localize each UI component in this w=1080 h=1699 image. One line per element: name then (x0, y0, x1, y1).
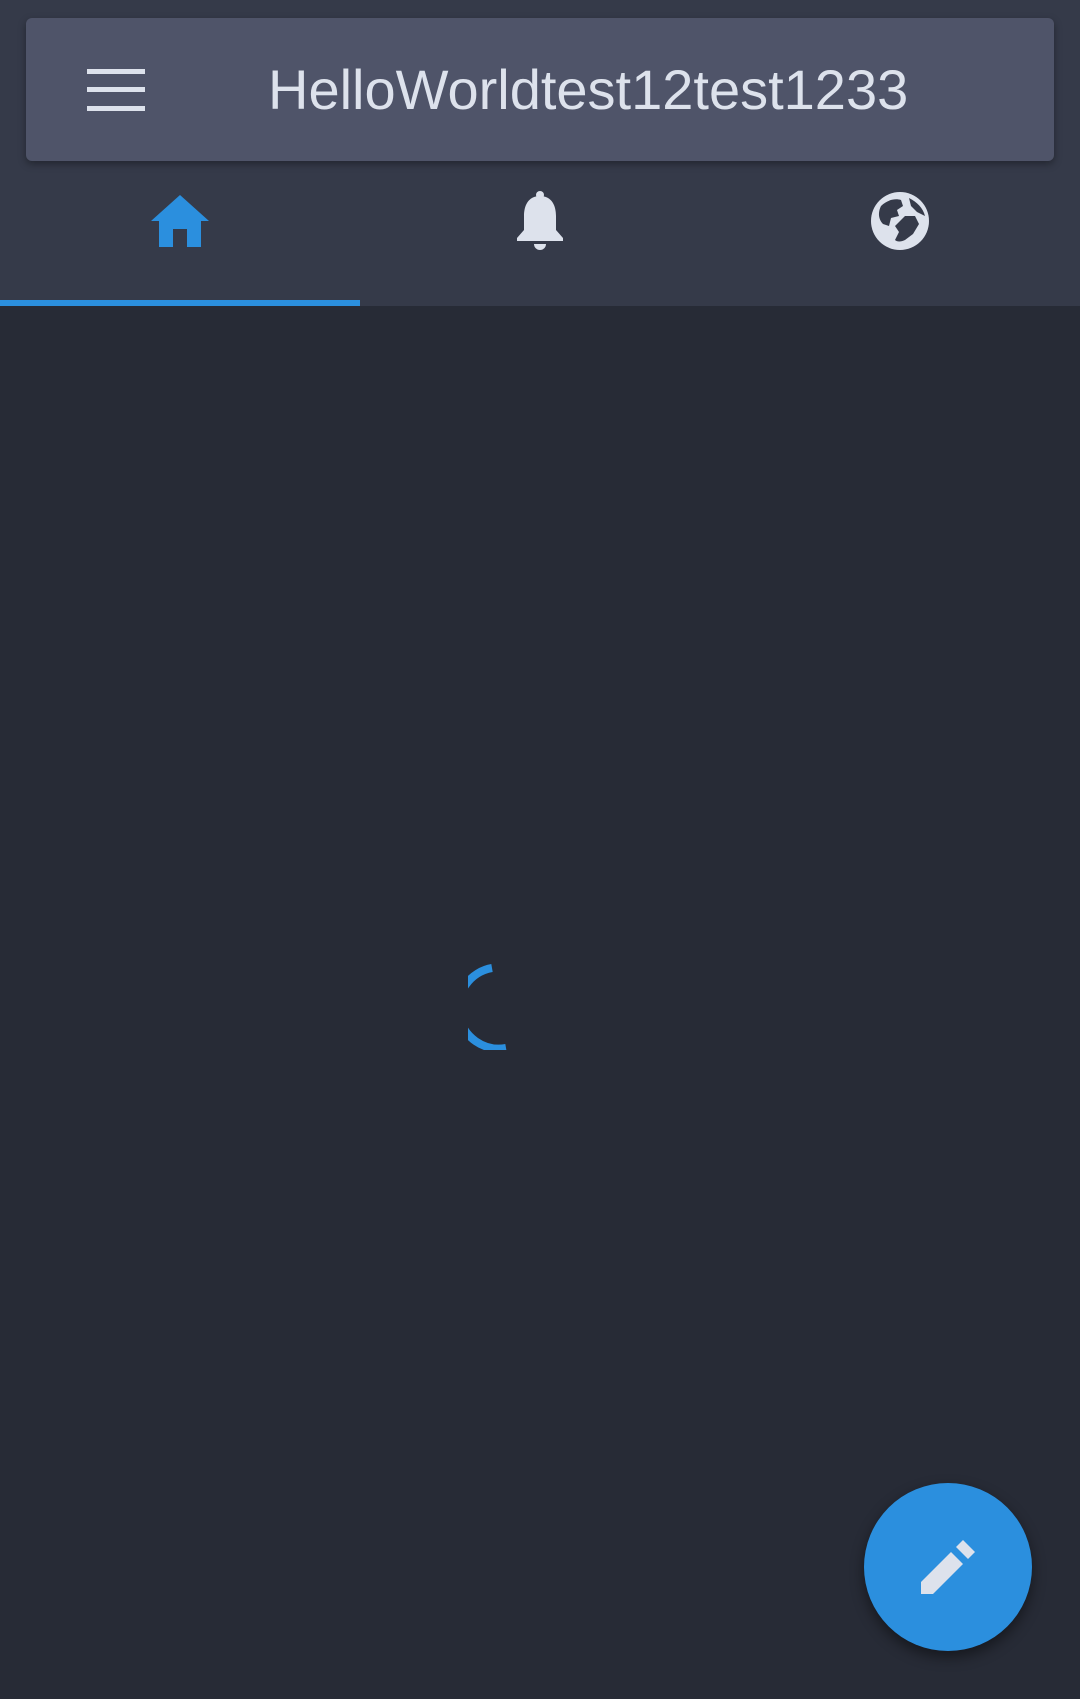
header-area: HelloWorldtest12test1233 (0, 0, 1080, 306)
tab-bar (0, 161, 1080, 306)
tab-selected-indicator (0, 300, 360, 306)
app-title: HelloWorldtest12test1233 (268, 58, 909, 121)
home-icon (148, 189, 212, 253)
compose-button[interactable] (864, 1483, 1032, 1651)
tab-home[interactable] (0, 161, 360, 306)
pencil-icon (921, 1540, 975, 1594)
tab-notifications[interactable] (360, 161, 720, 306)
bell-icon (508, 189, 572, 253)
menu-button[interactable] (68, 42, 164, 138)
app-bar: HelloWorldtest12test1233 (26, 18, 1054, 161)
loading-spinner (468, 964, 507, 1050)
tab-explore[interactable] (720, 161, 1080, 306)
menu-icon (87, 69, 145, 111)
globe-icon (868, 189, 932, 253)
